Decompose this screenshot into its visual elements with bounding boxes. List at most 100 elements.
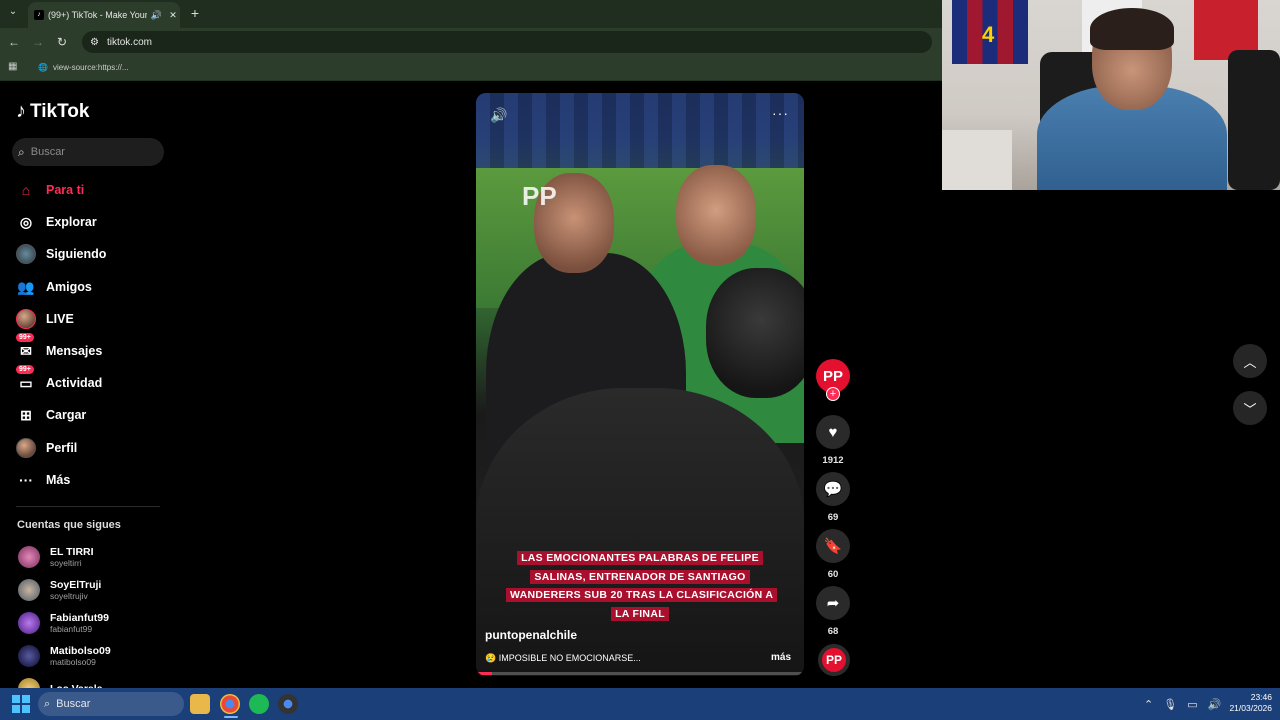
nav-siguiendo[interactable]: Siguiendo xyxy=(16,241,166,267)
windows-start-icon[interactable] xyxy=(12,695,30,713)
url-bar[interactable]: ⚙ tiktok.com xyxy=(82,31,932,53)
account-handle: soyeltrujiv xyxy=(50,590,88,601)
bookmark-label: view-source:https://... xyxy=(52,62,129,72)
like-action[interactable]: ♥ 1912 xyxy=(816,415,850,466)
nav-perfil[interactable]: Perfil xyxy=(16,435,166,461)
video-frame-person xyxy=(676,165,756,265)
account-avatar xyxy=(18,645,40,667)
video-player[interactable]: PP 🔊 ··· LAS EMOCIONANTES PALABRAS DE FE… xyxy=(476,93,804,676)
system-tray: ⌃ 🎙 ▭ 🔊 xyxy=(1144,694,1221,714)
account-handle: fabianfut99 xyxy=(50,623,93,634)
messages-icon: ✉ 99+ xyxy=(16,333,36,361)
more-link[interactable]: más xyxy=(771,652,791,663)
display-icon[interactable]: ▭ xyxy=(1187,698,1197,711)
account-avatar xyxy=(18,546,40,568)
account-name: Fabianfut99 xyxy=(50,611,109,624)
taskbar-search-label: Buscar xyxy=(56,698,91,710)
nav-cargar[interactable]: ⊞ Cargar xyxy=(16,402,166,428)
chevron-up-icon[interactable]: ⌃ xyxy=(1144,698,1153,711)
nav-label: Actividad xyxy=(46,376,103,390)
account-name: EL TIRRI xyxy=(50,545,94,558)
jersey-decoration: 4 xyxy=(952,0,1028,64)
compass-icon: ◎ xyxy=(19,213,33,230)
comment-icon[interactable]: 💬 xyxy=(816,472,850,506)
speaker-icon[interactable]: 🔊 xyxy=(151,10,162,21)
nav-amigos[interactable]: 👥 Amigos xyxy=(16,274,166,300)
chevron-down-icon: ﹀ xyxy=(1243,401,1257,417)
url-text: tiktok.com xyxy=(106,36,152,48)
video-progress-bar[interactable] xyxy=(476,672,804,675)
close-tab-icon[interactable]: ✕ xyxy=(166,10,180,21)
video-author[interactable]: puntopenalchile xyxy=(485,628,577,642)
comment-count: 69 xyxy=(827,512,839,523)
friends-icon: 👥 xyxy=(17,278,35,295)
apps-grid-icon[interactable]: ▦ xyxy=(8,61,20,73)
next-video-button[interactable]: ﹀ xyxy=(1233,391,1267,425)
webcam-overlay: 4 xyxy=(942,0,1280,190)
tab-search-icon[interactable]: ⌄ xyxy=(6,6,20,20)
previous-video-button[interactable]: ︿ xyxy=(1233,344,1267,378)
search-input[interactable]: ⌕ Buscar xyxy=(12,138,164,166)
sidebar-divider xyxy=(16,506,160,507)
nav-actividad[interactable]: ▭ 99+ Actividad xyxy=(16,365,166,396)
search-placeholder: Buscar xyxy=(30,146,65,158)
comment-action[interactable]: 💬 69 xyxy=(816,472,850,523)
site-info-icon[interactable]: ⚙ xyxy=(90,37,99,48)
taskbar-clock[interactable]: 23:46 21/03/2026 xyxy=(1220,692,1272,714)
save-count: 60 xyxy=(827,569,839,580)
nav-explorar[interactable]: ◎ Explorar xyxy=(16,209,166,235)
account-name: Matibolso09 xyxy=(50,644,111,657)
nav-mensajes[interactable]: ✉ 99+ Mensajes xyxy=(16,333,166,364)
nav-para-ti[interactable]: ⌂ Para ti xyxy=(16,177,166,203)
share-icon[interactable]: ➦ xyxy=(816,586,850,620)
account-avatar xyxy=(18,612,40,634)
share-action[interactable]: ➦ 68 xyxy=(816,586,850,637)
file-explorer-icon[interactable] xyxy=(190,694,210,714)
clock-time: 23:46 xyxy=(1250,692,1272,702)
nav-live[interactable]: LIVE xyxy=(16,306,166,332)
home-icon: ⌂ xyxy=(21,182,31,198)
nav-label: Para ti xyxy=(46,183,85,197)
nav-label: LIVE xyxy=(46,312,74,326)
new-tab-button[interactable]: + xyxy=(188,5,202,21)
activity-badge: 99+ xyxy=(16,365,34,374)
chrome-profile-icon[interactable] xyxy=(278,694,298,714)
following-title: Cuentas que sigues xyxy=(17,519,121,531)
account-handle: matibolso09 xyxy=(50,656,96,667)
heart-icon[interactable]: ♥ xyxy=(816,415,850,449)
video-description: 😢 IMPOSIBLE NO EMOCIONARSE... xyxy=(485,653,641,663)
tiktok-logo[interactable]: ♪ TikTok xyxy=(16,100,89,123)
chevron-up-icon: ︿ xyxy=(1243,354,1257,370)
bookmark-item[interactable]: 🌐 view-source:https://... xyxy=(38,60,129,74)
back-icon[interactable]: ← xyxy=(6,34,22,50)
reload-icon[interactable]: ↻ xyxy=(54,34,70,50)
forward-icon[interactable]: → xyxy=(30,34,46,50)
browser-tab[interactable]: ♪ (99+) TikTok - Make Your Day 🔊 ✕ xyxy=(28,2,180,28)
nav-label: Explorar xyxy=(46,215,97,229)
spotify-icon[interactable] xyxy=(249,694,269,714)
caption-text: LAS EMOCIONANTES PALABRAS DE FELIPE SALI… xyxy=(506,551,778,621)
messages-badge: 99+ xyxy=(16,333,34,342)
save-action[interactable]: 🔖 60 xyxy=(816,529,850,580)
following-item[interactable]: EL TIRRI soyeltirri xyxy=(18,542,168,572)
live-avatar-icon xyxy=(16,309,36,329)
volume-icon[interactable]: 🔊 xyxy=(490,107,507,124)
channel-watermark: PP xyxy=(522,181,557,211)
nav-label: Mensajes xyxy=(46,344,103,358)
nav-mas[interactable]: ··· Más xyxy=(16,467,166,493)
music-disc-icon[interactable]: PP xyxy=(818,644,850,676)
following-item[interactable]: Fabianfut99 fabianfut99 xyxy=(18,608,168,638)
microphone-icon[interactable]: 🎙 xyxy=(1163,698,1177,711)
bookmark-icon[interactable]: 🔖 xyxy=(816,529,850,563)
avatar-icon xyxy=(16,244,36,264)
streamer-hair xyxy=(1090,8,1174,50)
chrome-icon[interactable] xyxy=(220,694,240,714)
taskbar-search[interactable]: ⌕ Buscar xyxy=(38,692,184,716)
following-item[interactable]: SoyElTruji soyeltrujiv xyxy=(18,575,168,605)
nav-label: Amigos xyxy=(46,280,92,294)
following-item[interactable]: Matibolso09 matibolso09 xyxy=(18,641,168,671)
follow-plus-icon[interactable]: + xyxy=(826,387,840,401)
tab-title: (99+) TikTok - Make Your Day xyxy=(48,10,147,20)
more-options-icon[interactable]: ··· xyxy=(772,105,789,121)
account-avatar xyxy=(18,579,40,601)
